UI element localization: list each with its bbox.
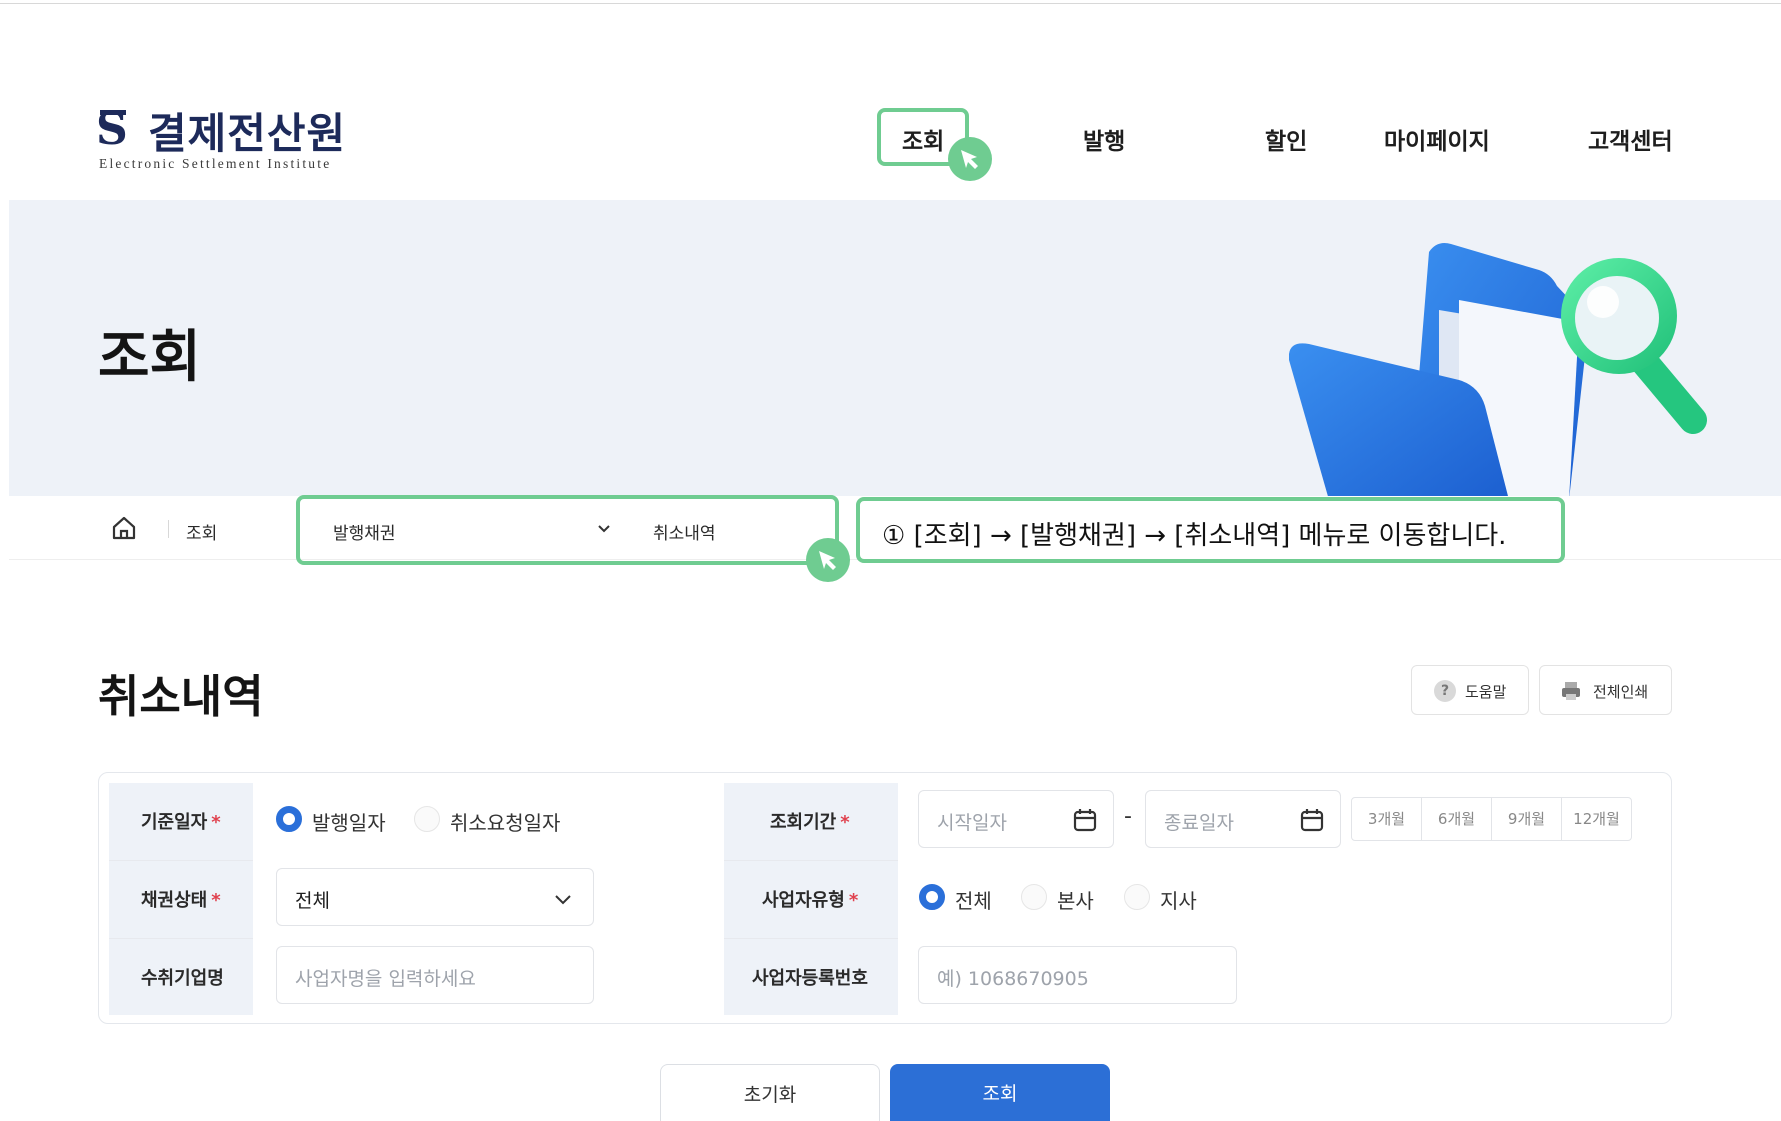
row-divider bbox=[109, 938, 253, 939]
logo-english-text: Electronic Settlement Institute bbox=[99, 156, 332, 171]
radio-biz-all-label[interactable]: 전체 bbox=[955, 885, 992, 914]
radio-cancel-request-date[interactable] bbox=[414, 806, 440, 832]
end-date-placeholder: 종료일자 bbox=[1164, 812, 1234, 834]
page-title: 취소내역 bbox=[98, 670, 264, 723]
period-3-months-button[interactable]: 3개월 bbox=[1352, 798, 1422, 840]
calendar-icon[interactable] bbox=[1072, 807, 1098, 833]
help-icon: ? bbox=[1434, 680, 1456, 702]
calendar-icon[interactable] bbox=[1299, 807, 1325, 833]
folder-magnifier-icon bbox=[1289, 243, 1707, 496]
radio-issue-date[interactable] bbox=[276, 806, 302, 832]
help-button[interactable]: ? 도움말 bbox=[1411, 665, 1529, 715]
row-divider bbox=[724, 938, 898, 939]
logo-korean-text: 결제전산원 bbox=[148, 109, 347, 158]
bond-status-label: 채권상태 * bbox=[141, 890, 221, 911]
breadcrumb-divider bbox=[168, 520, 169, 538]
radio-biz-all[interactable] bbox=[919, 884, 945, 910]
nav-item-support[interactable]: 고객센터 bbox=[1588, 122, 1673, 156]
print-all-button[interactable]: 전체인쇄 bbox=[1539, 665, 1672, 715]
nav-item-issue[interactable]: 발행 bbox=[1083, 122, 1125, 156]
quick-period-buttons: 3개월 6개월 9개월 12개월 bbox=[1351, 797, 1632, 841]
page-banner: 조회 bbox=[9, 200, 1781, 496]
home-icon[interactable] bbox=[110, 514, 138, 542]
business-number-input[interactable]: 예) 1068670905 bbox=[918, 946, 1237, 1004]
business-type-label: 사업자유형 * bbox=[762, 890, 859, 911]
company-name-label: 수취기업명 bbox=[141, 968, 224, 989]
end-date-input[interactable]: 종료일자 bbox=[1145, 790, 1341, 848]
click-cursor-icon bbox=[948, 137, 992, 181]
printer-icon bbox=[1562, 682, 1580, 700]
search-button[interactable]: 조회 bbox=[890, 1064, 1110, 1121]
business-number-label: 사업자등록번호 bbox=[752, 968, 868, 989]
breadcrumb-inquiry[interactable]: 조회 bbox=[186, 519, 217, 544]
logo-mark-icon: S bbox=[96, 104, 128, 152]
period-6-months-button[interactable]: 6개월 bbox=[1422, 798, 1492, 840]
chevron-down-icon[interactable] bbox=[553, 889, 573, 909]
instruction-callout: ① [조회] → [발행채권] → [취소내역] 메뉴로 이동합니다. bbox=[856, 497, 1565, 563]
radio-biz-headquarters[interactable] bbox=[1021, 884, 1047, 910]
row-divider bbox=[109, 860, 253, 861]
company-name-placeholder: 사업자명을 입력하세요 bbox=[295, 968, 476, 990]
date-range-separator: - bbox=[1124, 804, 1132, 829]
nav-item-discount[interactable]: 할인 bbox=[1265, 122, 1307, 156]
radio-biz-headquarters-label[interactable]: 본사 bbox=[1057, 885, 1094, 914]
base-date-label: 기준일자 * bbox=[141, 812, 221, 833]
radio-biz-branch-label[interactable]: 지사 bbox=[1160, 885, 1197, 914]
help-button-label: 도움말 bbox=[1465, 683, 1507, 701]
nav-item-mypage[interactable]: 마이페이지 bbox=[1384, 122, 1490, 156]
radio-issue-date-label[interactable]: 발행일자 bbox=[312, 807, 386, 836]
radio-cancel-request-date-label[interactable]: 취소요청일자 bbox=[450, 807, 560, 836]
period-12-months-button[interactable]: 12개월 bbox=[1562, 798, 1631, 840]
print-all-label: 전체인쇄 bbox=[1593, 683, 1649, 701]
start-date-placeholder: 시작일자 bbox=[937, 812, 1007, 834]
company-name-input[interactable]: 사업자명을 입력하세요 bbox=[276, 946, 594, 1004]
banner-title: 조회 bbox=[98, 325, 202, 390]
breadcrumb-highlight-box bbox=[296, 495, 839, 565]
instruction-text: ① [조회] → [발행채권] → [취소내역] 메뉴로 이동합니다. bbox=[882, 521, 1507, 551]
bond-status-value: 전체 bbox=[295, 890, 330, 912]
bond-status-select[interactable]: 전체 bbox=[276, 868, 594, 926]
period-9-months-button[interactable]: 9개월 bbox=[1492, 798, 1562, 840]
reset-button[interactable]: 초기화 bbox=[660, 1064, 880, 1121]
radio-biz-branch[interactable] bbox=[1124, 884, 1150, 910]
start-date-input[interactable]: 시작일자 bbox=[918, 790, 1114, 848]
business-number-placeholder: 예) 1068670905 bbox=[937, 968, 1089, 990]
row-divider bbox=[724, 860, 898, 861]
period-label: 조회기간 * bbox=[770, 812, 850, 833]
click-cursor-icon bbox=[806, 538, 850, 582]
site-logo[interactable]: S 결제전산원 Electronic Settlement Institute bbox=[96, 100, 366, 180]
